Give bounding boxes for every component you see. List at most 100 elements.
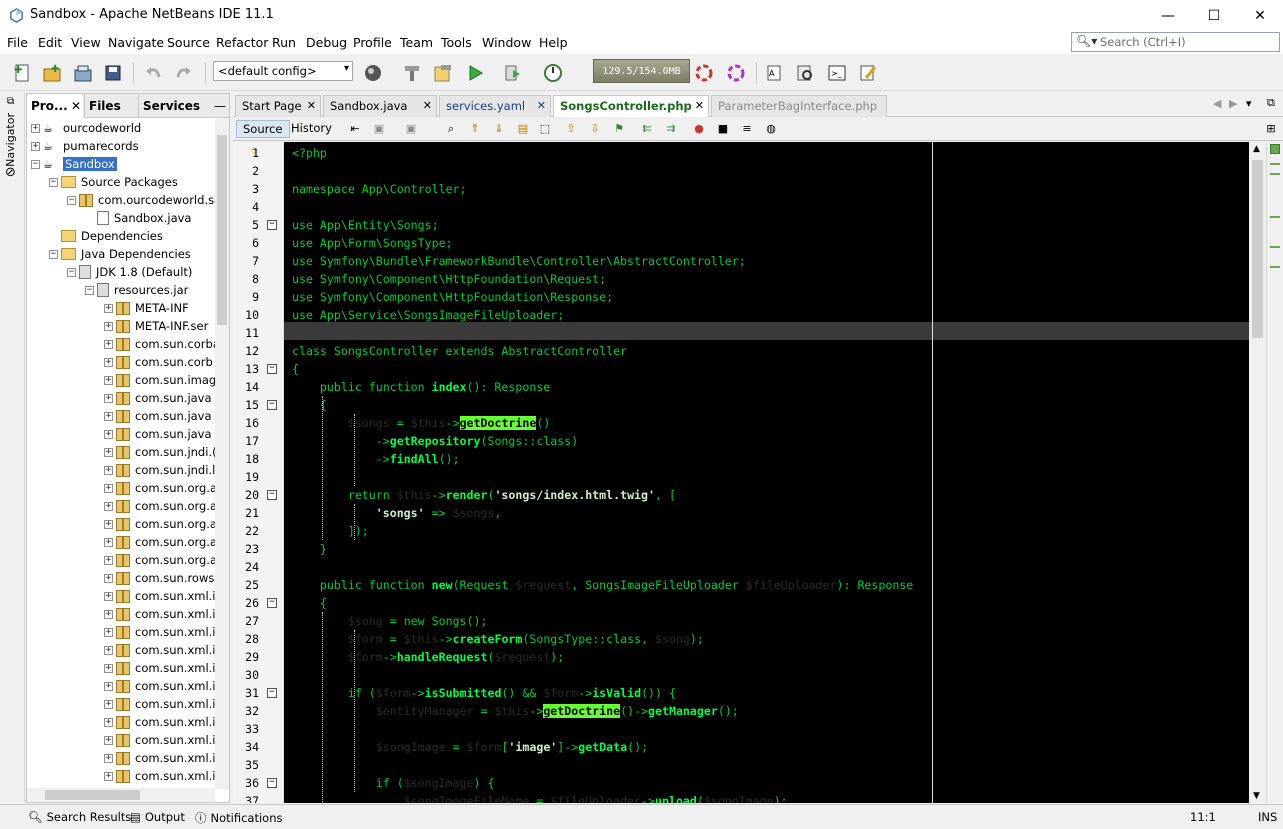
minimize-panel-icon[interactable]: — — [210, 94, 230, 118]
tree-item[interactable]: + com.sun.corb — [104, 353, 213, 371]
tab-parameterbaginterface-php[interactable]: ParameterBagInterface.php — [711, 95, 887, 117]
profile-memory-icon[interactable] — [724, 61, 748, 85]
navigator-tab[interactable]: Navigator — [4, 113, 17, 167]
tab-projects[interactable]: Pro... ✕ — [27, 94, 83, 118]
expand-icon[interactable]: + — [104, 465, 113, 475]
fold-toggle-icon[interactable]: − — [267, 220, 277, 230]
new-file-icon[interactable]: ✚ — [10, 61, 34, 85]
find-prev-icon[interactable]: ⇑ — [467, 121, 483, 137]
clean-build-icon[interactable] — [431, 61, 455, 85]
expand-icon[interactable]: + — [104, 627, 113, 637]
fold-toggle-icon[interactable]: − — [267, 400, 277, 410]
shift-left-icon[interactable]: ⇇ — [639, 121, 655, 137]
history-button[interactable]: History — [285, 120, 338, 138]
menu-profile[interactable]: Profile — [353, 35, 392, 50]
tree-item[interactable]: + com.sun.java — [104, 425, 212, 443]
expand-icon[interactable]: + — [104, 663, 113, 673]
find-icon[interactable]: ⌕ — [443, 121, 459, 137]
tree-item[interactable]: + META-INF — [104, 299, 189, 317]
tab-sandbox-java[interactable]: Sandbox.java ✕ — [323, 95, 437, 117]
tree-item[interactable]: + com.sun.org.a — [104, 479, 215, 497]
tab-services-yaml[interactable]: services.yaml ✕ — [439, 95, 551, 117]
expand-icon[interactable]: + — [104, 321, 113, 331]
comment-icon[interactable]: ≡ — [739, 121, 755, 137]
menu-source[interactable]: Source — [167, 35, 210, 50]
tree-item[interactable]: + com.sun.xml.i — [104, 659, 215, 677]
expand-icon[interactable]: + — [31, 141, 40, 151]
tree-item[interactable]: + com.sun.xml.i — [104, 587, 215, 605]
stop-macro-icon[interactable]: ■ — [715, 121, 731, 137]
expand-icon[interactable]: + — [104, 699, 113, 709]
open-project-icon[interactable] — [71, 61, 95, 85]
gc-icon[interactable] — [692, 61, 716, 85]
expand-icon[interactable]: + — [104, 537, 113, 547]
quick-search-input[interactable]: 🔍︎▾ Search (Ctrl+I) — [1071, 32, 1280, 52]
close-button[interactable]: ✕ — [1237, 0, 1283, 32]
tab-list-icon[interactable]: ▾ — [1246, 97, 1252, 110]
menu-edit[interactable]: Edit — [38, 35, 62, 50]
notifications-tab[interactable]: ⓘ Notifications — [195, 810, 282, 826]
start-macro-icon[interactable]: ● — [691, 121, 707, 137]
config-select[interactable]: <default config> ▾ — [213, 61, 353, 81]
tree-item[interactable]: + com.sun.org.a — [104, 515, 215, 533]
expand-icon[interactable]: + — [104, 609, 113, 619]
menu-file[interactable]: File — [7, 35, 28, 50]
tree-item[interactable]: − JDK 1.8 (Default) — [67, 263, 192, 281]
tree-item[interactable]: + com.sun.jndi.( — [104, 443, 215, 461]
error-stripe[interactable] — [1266, 142, 1283, 803]
edit-icon[interactable] — [856, 61, 880, 85]
expand-icon[interactable]: + — [104, 753, 113, 763]
terminal-icon[interactable]: >_ — [825, 61, 849, 85]
expand-icon[interactable]: + — [104, 591, 113, 601]
code-vertical-scrollbar[interactable]: ▲ ▼ — [1249, 142, 1266, 803]
expand-icon[interactable]: + — [104, 357, 113, 367]
tree-item[interactable]: + com.sun.xml.i — [104, 623, 215, 641]
tree-item[interactable]: + com.sun.xml.i — [104, 749, 215, 767]
restore-window-icon[interactable]: ⧉ — [7, 96, 14, 107]
forward-icon[interactable]: ▣ — [403, 121, 419, 137]
collapse-icon[interactable]: − — [49, 249, 58, 259]
tree-item[interactable]: + com.sun.org.a — [104, 533, 215, 551]
tab-scroll-right-icon[interactable]: ▶ — [1229, 97, 1237, 110]
expand-icon[interactable]: + — [104, 717, 113, 727]
expand-icon[interactable]: + — [104, 555, 113, 565]
tree-item[interactable]: Sandbox.java — [85, 209, 191, 227]
expand-icon[interactable]: + — [104, 339, 113, 349]
search-files-icon[interactable] — [793, 61, 817, 85]
tree-item[interactable]: + com.sun.rows — [104, 569, 214, 587]
menu-view[interactable]: View — [71, 35, 101, 50]
menu-navigate[interactable]: Navigate — [108, 35, 164, 50]
tree-item[interactable]: − ☕︎ Sandbox — [31, 155, 117, 173]
expand-icon[interactable]: + — [104, 519, 113, 529]
tree-item[interactable]: + com.sun.java — [104, 389, 212, 407]
tree-item[interactable]: + ☕︎ pumarecords — [31, 137, 139, 155]
profile-icon[interactable] — [541, 61, 565, 85]
expand-icon[interactable]: + — [104, 411, 113, 421]
menu-run[interactable]: Run — [272, 35, 296, 50]
maximize-editor-icon[interactable]: ⧉ — [1267, 96, 1275, 110]
fold-toggle-icon[interactable]: − — [267, 598, 277, 608]
find-usages-icon[interactable]: A — [763, 61, 787, 85]
expand-icon[interactable]: + — [104, 573, 113, 583]
tree-item[interactable]: + com.sun.xml.i — [104, 641, 215, 659]
find-next-icon[interactable]: ⇓ — [491, 121, 507, 137]
tree-item[interactable]: Dependencies — [49, 227, 163, 245]
expand-icon[interactable]: + — [31, 123, 40, 133]
expand-icon[interactable]: + — [104, 645, 113, 655]
uncomment-icon[interactable]: ◍ — [763, 121, 779, 137]
tree-item[interactable]: − Java Dependencies — [49, 245, 191, 263]
fold-toggle-icon[interactable]: − — [267, 364, 277, 374]
expand-icon[interactable]: + — [104, 375, 113, 385]
menu-debug[interactable]: Debug — [306, 35, 347, 50]
menu-window[interactable]: Window — [482, 35, 531, 50]
tree-item[interactable]: + com.sun.xml.i — [104, 713, 215, 731]
tab-files[interactable]: Files — [84, 94, 138, 118]
tree-item[interactable]: − resources.jar — [85, 281, 188, 299]
tree-item[interactable]: + com.sun.imag — [104, 371, 215, 389]
tree-item[interactable]: + com.sun.java — [104, 407, 212, 425]
tree-item[interactable]: + META-INF.ser — [104, 317, 208, 335]
expand-icon[interactable]: + — [104, 303, 113, 313]
search-results-tab[interactable]: 🔍︎ Search Results — [28, 810, 131, 824]
shift-right-icon[interactable]: ⇉ — [663, 121, 679, 137]
menu-team[interactable]: Team — [400, 35, 433, 50]
